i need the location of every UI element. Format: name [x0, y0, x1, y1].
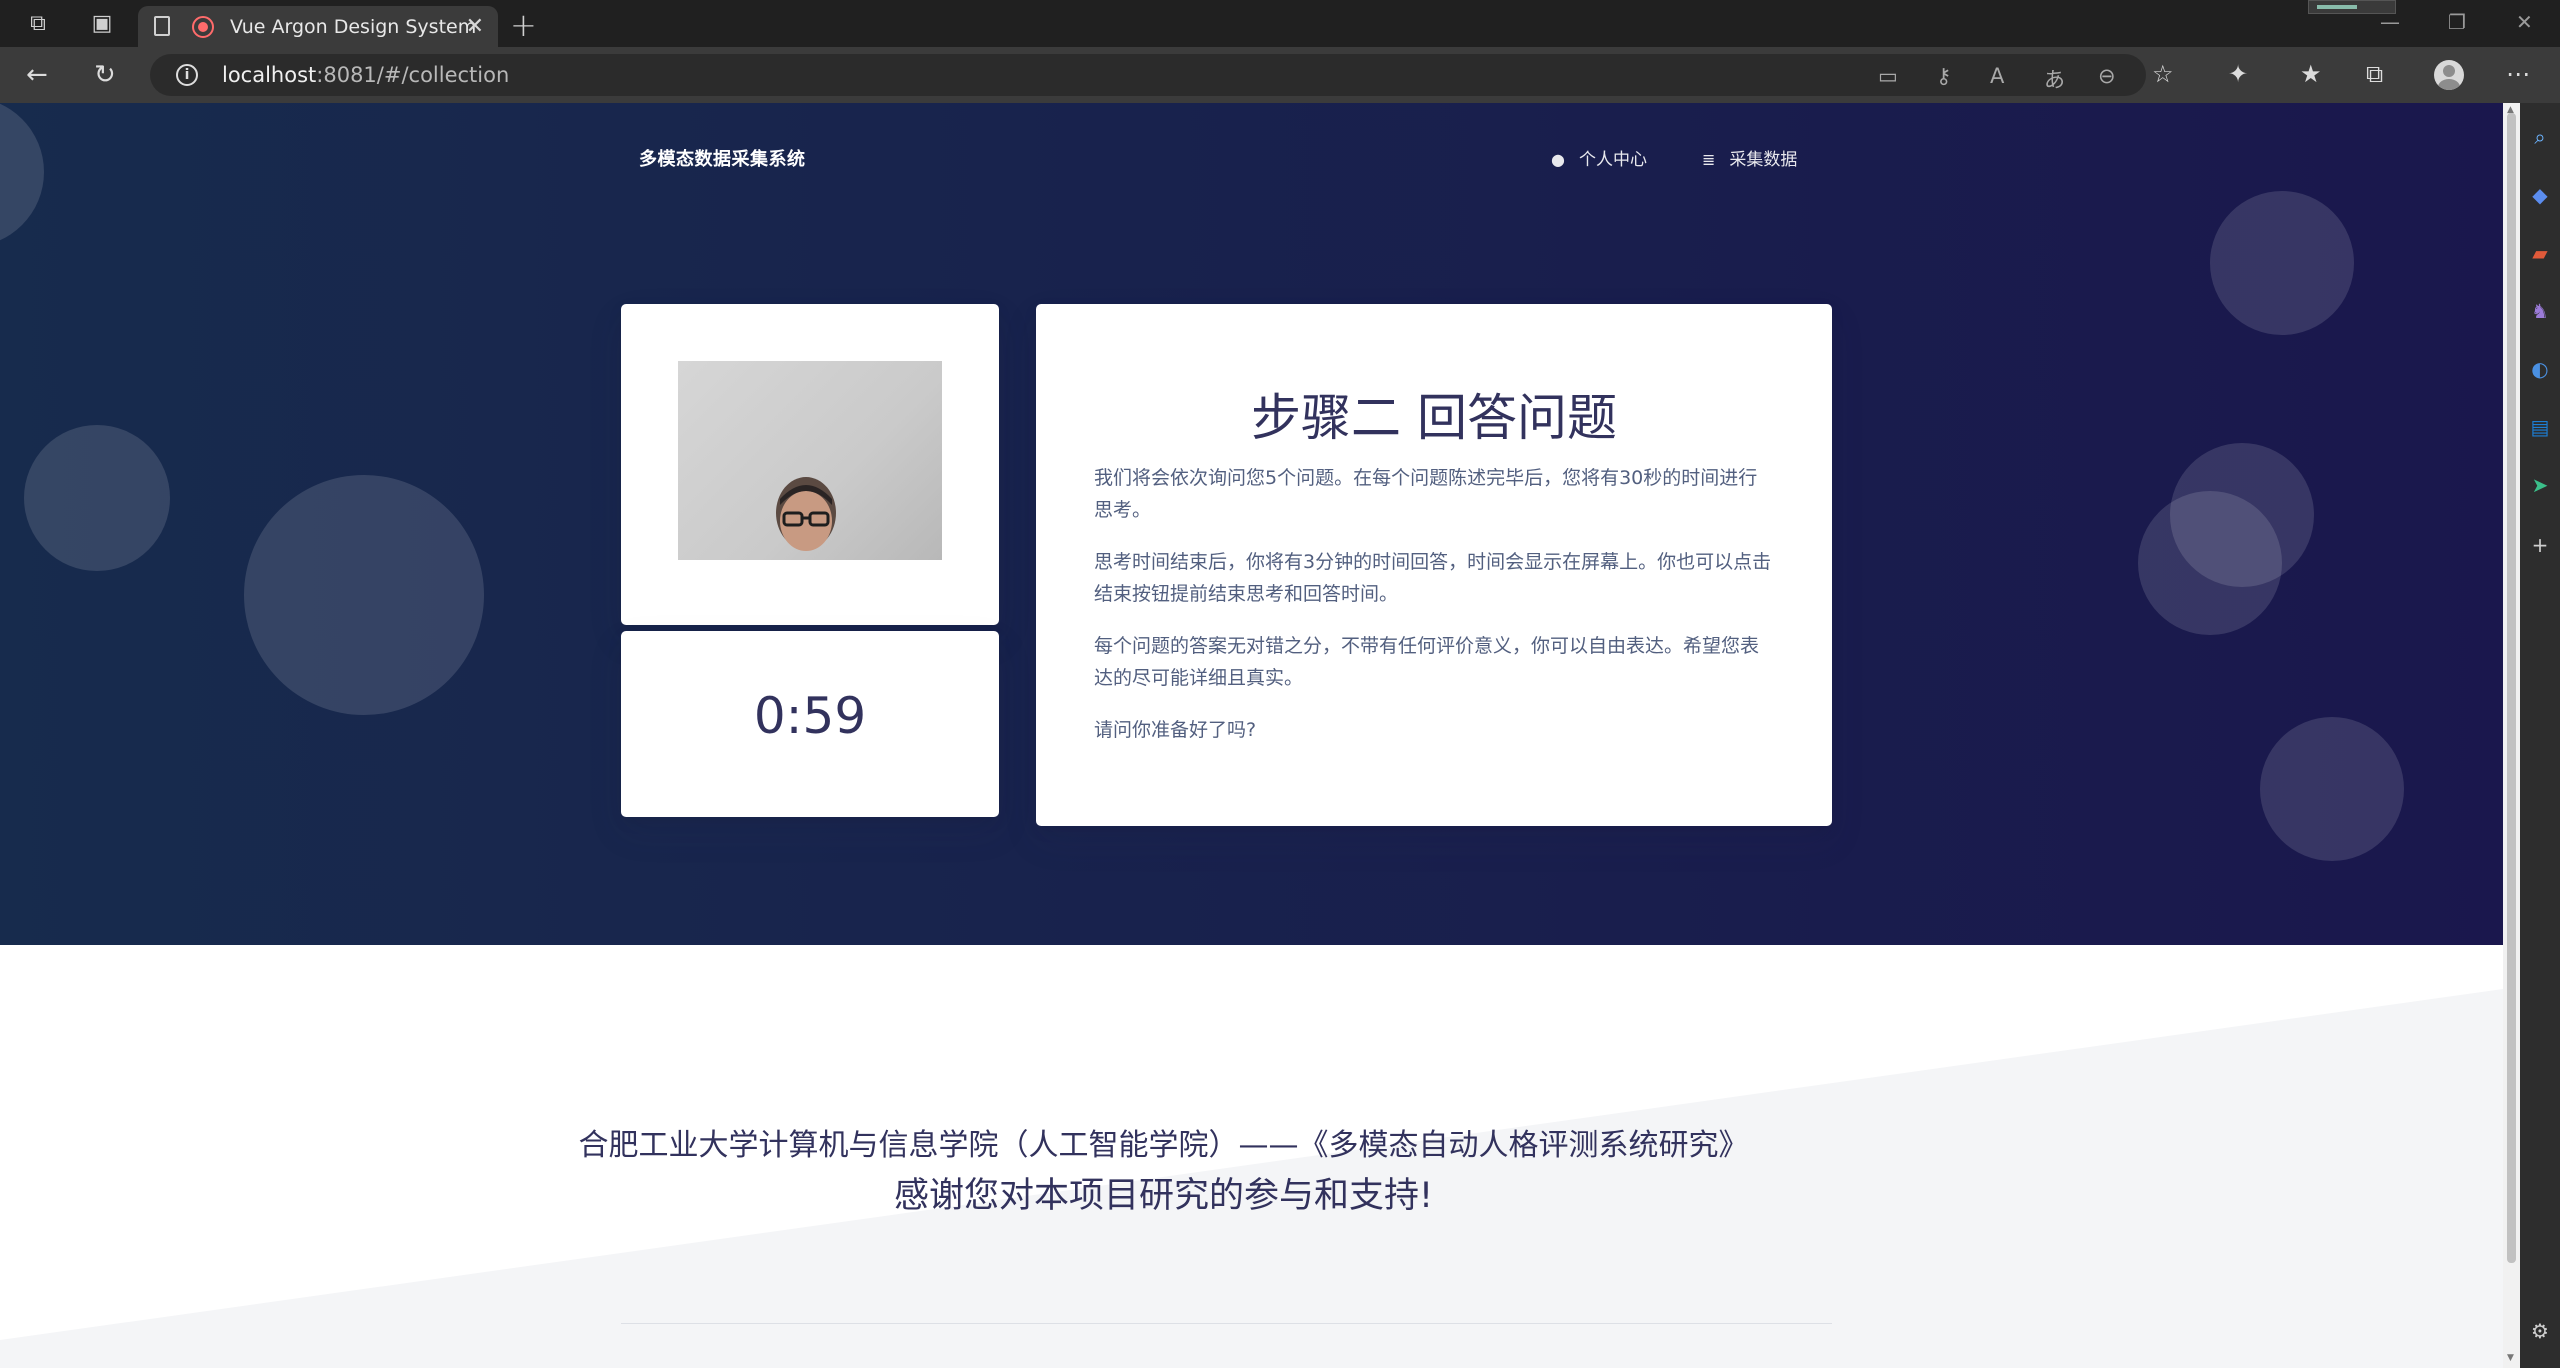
sidebar-settings-icon[interactable]: ⚙	[2528, 1319, 2552, 1343]
send-icon[interactable]: ➤	[2528, 473, 2552, 497]
page-icon	[154, 16, 170, 36]
key-icon[interactable]: ⚷	[1936, 64, 1951, 88]
nav-collect-data[interactable]: ≣ 采集数据	[1702, 145, 1797, 170]
database-icon: ≣	[1702, 150, 1716, 169]
address-toolbar: ← ↻ i localhost:8081/#/collection ▭ ⚷ A …	[0, 47, 2560, 103]
instructions-text: 我们将会依次询问您5个问题。在每个问题陈述完毕后，您将有30秒的时间进行思考。 …	[1094, 462, 1774, 766]
favorites-icon[interactable]: ★	[2300, 60, 2322, 88]
url-text[interactable]: localhost:8081/#/collection	[222, 63, 509, 87]
decor-circle	[244, 475, 484, 715]
vertical-tabs-icon[interactable]: ▣	[88, 10, 116, 38]
address-bar[interactable]: i localhost:8081/#/collection ▭ ⚷ A あ ⊖	[150, 54, 2146, 96]
webcam-person-image	[776, 477, 836, 551]
profile-avatar-icon[interactable]	[2434, 60, 2464, 90]
step-title: 步骤二 回答问题	[1251, 389, 1617, 447]
decor-circle	[2138, 491, 2282, 635]
decor-circle	[2260, 717, 2404, 861]
back-icon[interactable]: ←	[26, 60, 48, 90]
footer-thanks: 感谢您对本项目研究的参与和支持!	[893, 1176, 1434, 1216]
site-info-icon[interactable]: i	[176, 64, 198, 86]
microsoft-365-icon[interactable]: ◐	[2528, 357, 2552, 381]
hero-section: 多模态数据采集系统 ● 个人中心 ≣ 采集数据 0:59 步骤二 回答问题 我们…	[0, 103, 2503, 945]
scrollbar-thumb[interactable]	[2507, 113, 2516, 1263]
camera-card	[621, 304, 999, 625]
countdown-timer: 0:59	[753, 687, 867, 745]
outlook-icon[interactable]: ▤	[2528, 415, 2552, 439]
timer-card: 0:59	[621, 631, 999, 817]
shopping-tag-icon[interactable]: ◆	[2528, 183, 2552, 207]
browser-tab[interactable]: Vue Argon Design System ✕	[138, 6, 498, 47]
decor-circle	[2210, 191, 2354, 335]
scroll-down-icon[interactable]: ▼	[2507, 1353, 2514, 1363]
tab-title: Vue Argon Design System	[230, 16, 477, 38]
zoom-icon[interactable]: ⊖	[2098, 64, 2116, 88]
search-icon[interactable]: ⌕	[2528, 125, 2552, 149]
browser-sidebar: ⌕ ◆ ▰ ♞ ◐ ▤ ➤ + ⚙	[2520, 103, 2560, 1368]
nav-personal-center[interactable]: ● 个人中心	[1551, 145, 1647, 170]
close-window-icon[interactable]: ✕	[2516, 10, 2533, 34]
extensions-icon[interactable]: ✦	[2228, 60, 2248, 88]
footer-section: 合肥工业大学计算机与信息学院（人工智能学院）——《多模态自动人格评测系统研究》 …	[0, 945, 2503, 1368]
browser-tab-bar: ⧉ ▣ Vue Argon Design System ✕ + — ❐ ✕	[0, 0, 2560, 47]
brand-title[interactable]: 多模态数据采集系统	[639, 145, 806, 171]
add-sidebar-app-icon[interactable]: +	[2528, 533, 2552, 557]
restore-icon[interactable]: ❐	[2448, 10, 2466, 34]
footer-credit: 合肥工业大学计算机与信息学院（人工智能学院）——《多模态自动人格评测系统研究》	[578, 1128, 1749, 1163]
decor-circle	[24, 425, 170, 571]
instruction-paragraph: 我们将会依次询问您5个问题。在每个问题陈述完毕后，您将有30秒的时间进行思考。	[1094, 467, 1758, 521]
refresh-icon[interactable]: ↻	[94, 60, 116, 90]
tools-icon[interactable]: ▰	[2528, 241, 2552, 265]
instruction-paragraph: 思考时间结束后，你将有3分钟的时间回答，时间会显示在屏幕上。你也可以点击结束按钮…	[1094, 551, 1772, 605]
collections-icon[interactable]: ⧉	[2366, 60, 2383, 88]
page-viewport: 多模态数据采集系统 ● 个人中心 ≣ 采集数据 0:59 步骤二 回答问题 我们…	[0, 103, 2503, 1368]
close-tab-icon[interactable]: ✕	[466, 14, 484, 39]
ready-question: 请问你准备好了吗?	[1094, 719, 1257, 741]
footer-divider	[621, 1323, 1832, 1324]
workspaces-icon[interactable]: ⧉	[24, 10, 52, 38]
instruction-paragraph: 每个问题的答案无对错之分，不带有任何评价意义，你可以自由表达。希望您表达的尽可能…	[1094, 635, 1760, 689]
read-aloud-icon[interactable]: A	[1990, 64, 2004, 88]
minimize-icon[interactable]: —	[2380, 10, 2400, 34]
new-tab-button[interactable]: +	[510, 6, 537, 44]
user-circle-icon: ●	[1551, 150, 1565, 169]
camera-icon[interactable]: ▭	[1878, 64, 1898, 88]
webcam-video	[678, 361, 942, 560]
recording-icon	[192, 16, 214, 38]
favorite-add-icon[interactable]: ☆	[2152, 60, 2174, 88]
instructions-card: 步骤二 回答问题 我们将会依次询问您5个问题。在每个问题陈述完毕后，您将有30秒…	[1036, 304, 1832, 826]
page-scrollbar[interactable]: ▲ ▼	[2503, 103, 2520, 1368]
translate-icon[interactable]: あ	[2044, 64, 2065, 94]
games-icon[interactable]: ♞	[2528, 299, 2552, 323]
decor-circle	[0, 103, 44, 247]
more-menu-icon[interactable]: ⋯	[2506, 60, 2530, 88]
